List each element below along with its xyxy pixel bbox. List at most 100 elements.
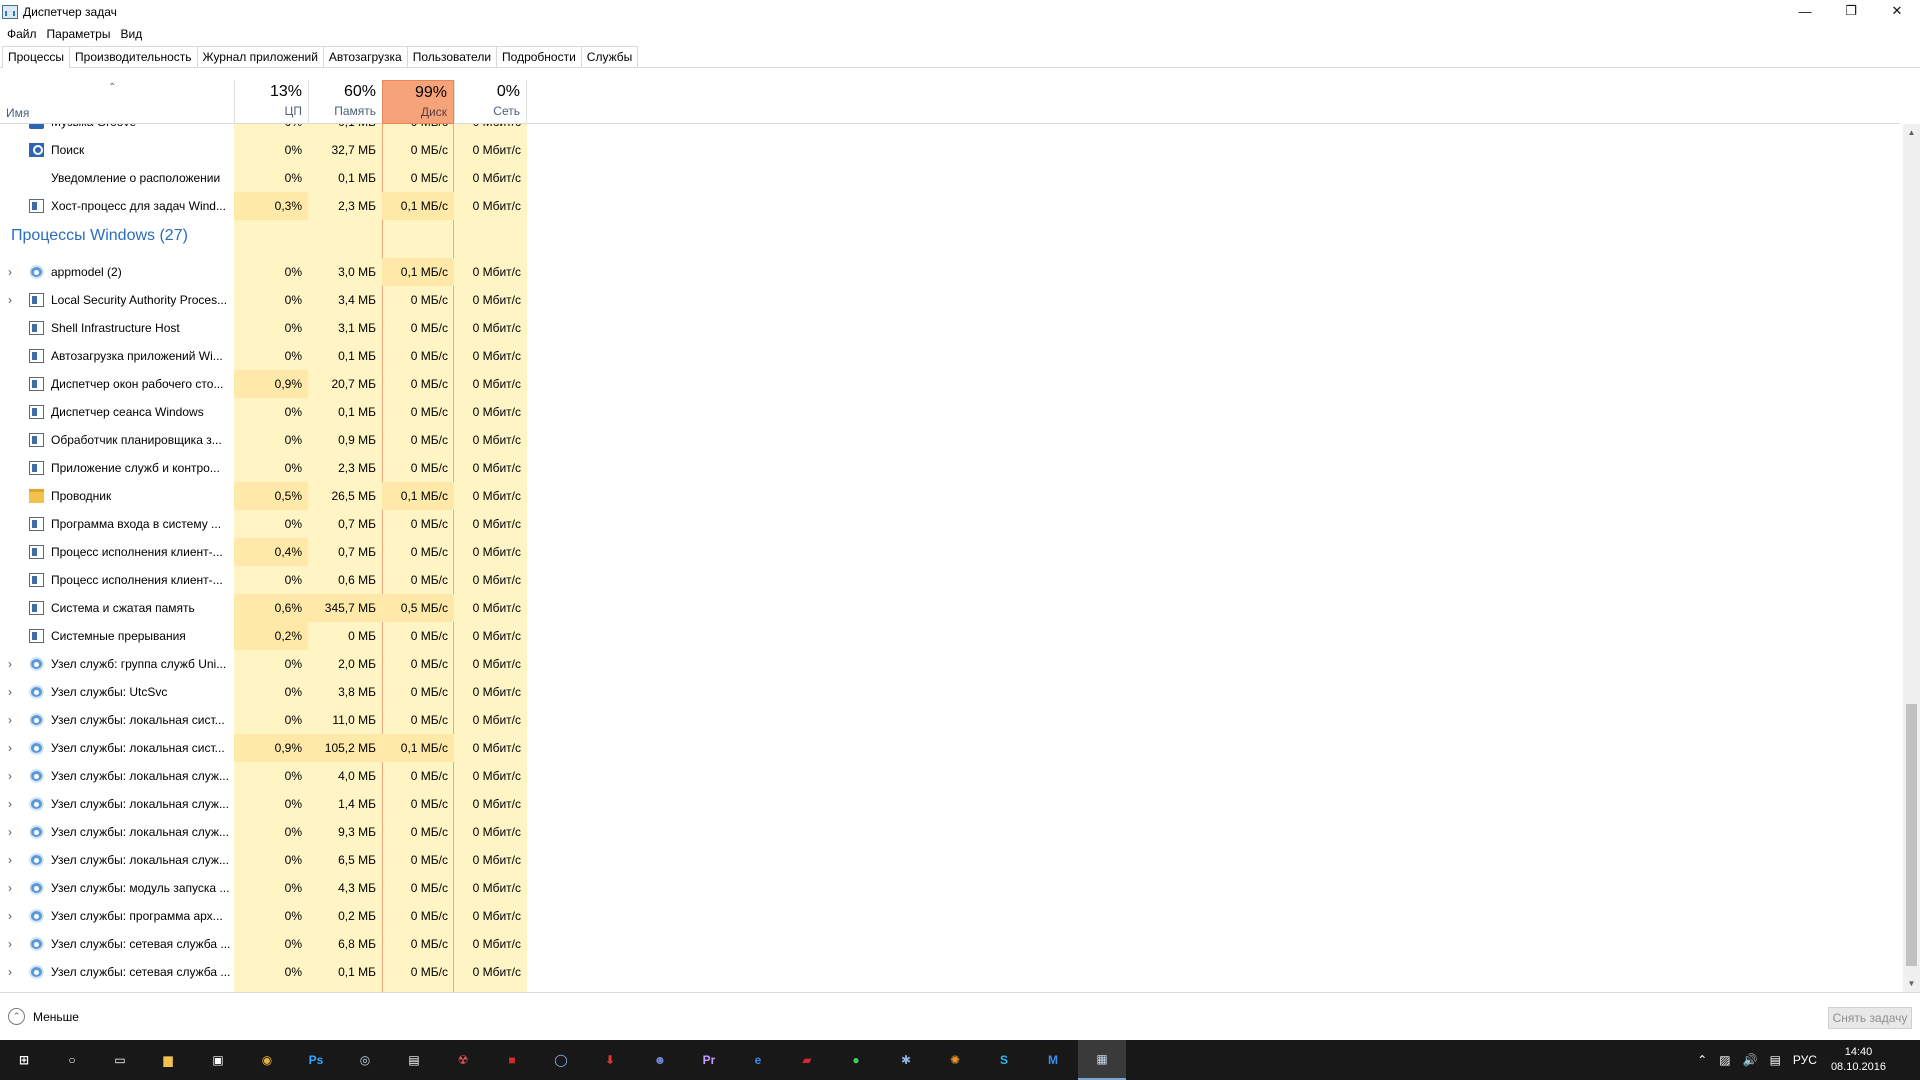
- taskbar-button[interactable]: ▰: [783, 1040, 831, 1080]
- process-row[interactable]: Уведомление о расположении 0% 0,1 МБ 0 МБ/с…: [0, 164, 1900, 192]
- tray-chevron-up-icon[interactable]: ⌃: [1697, 1053, 1707, 1067]
- network-icon[interactable]: ▨: [1719, 1053, 1730, 1067]
- process-row[interactable]: › Local Security Authority Proces... 0% 3,4…: [0, 286, 1900, 314]
- process-row[interactable]: › Узел службы: локальная сист... 0% 11,0 МБ…: [0, 706, 1900, 734]
- fewer-details-button[interactable]: ⌃ Меньше: [8, 1008, 79, 1025]
- process-row[interactable]: Диспетчер окон рабочего сто... 0,9% 20,7 М…: [0, 370, 1900, 398]
- menu-options[interactable]: Параметры: [47, 27, 111, 41]
- process-row[interactable]: Система и сжатая память 0,6% 345,7 МБ 0,5 М…: [0, 594, 1900, 622]
- taskbar-button[interactable]: e: [734, 1040, 782, 1080]
- taskbar-button[interactable]: ◯: [537, 1040, 585, 1080]
- process-row[interactable]: › Узел службы: локальная служ... 0% 1,4 МБ 0…: [0, 790, 1900, 818]
- expand-chevron-icon[interactable]: ›: [8, 762, 12, 790]
- expand-chevron-icon[interactable]: ›: [8, 790, 12, 818]
- tab-details[interactable]: Подробности: [496, 46, 582, 67]
- tab-app-history[interactable]: Журнал приложений: [196, 46, 324, 67]
- notification-tray-icon[interactable]: ▤: [1770, 1053, 1781, 1067]
- process-row[interactable]: Обработчик планировщика з... 0% 0,9 МБ 0 МБ…: [0, 426, 1900, 454]
- process-row[interactable]: Автозагрузка приложений Wi... 0% 0,1 МБ 0 М…: [0, 342, 1900, 370]
- expand-chevron-icon[interactable]: ›: [8, 874, 12, 902]
- column-memory[interactable]: 60% Память: [308, 80, 382, 124]
- taskbar-button[interactable]: ▤: [390, 1040, 438, 1080]
- tab-startup[interactable]: Автозагрузка: [322, 46, 408, 67]
- column-network[interactable]: 0% Сеть: [454, 80, 527, 124]
- process-row[interactable]: Системные прерывания 0,2% 0 МБ 0 МБ/с 0 Мбит…: [0, 622, 1900, 650]
- process-row[interactable]: › Узел службы: модуль запуска ... 0% 4,3 МБ…: [0, 874, 1900, 902]
- taskbar-button[interactable]: ◎: [341, 1040, 389, 1080]
- taskbar-button[interactable]: ▭: [96, 1040, 144, 1080]
- clock[interactable]: 14:40 08.10.2016: [1831, 1045, 1886, 1075]
- taskbar-button[interactable]: S: [980, 1040, 1028, 1080]
- process-row[interactable]: › Узел службы: UtcSvc 0% 3,8 МБ 0 МБ/с 0 Мбит…: [0, 678, 1900, 706]
- expand-chevron-icon[interactable]: ›: [8, 902, 12, 930]
- expand-chevron-icon[interactable]: ›: [8, 958, 12, 986]
- process-row[interactable]: › Узел служб: группа служб Uni... 0% 2,0 МБ…: [0, 650, 1900, 678]
- taskbar-button[interactable]: ▦: [1078, 1040, 1126, 1080]
- process-row[interactable]: › Узел службы: локальная служ... 0% 6,5 МБ 0…: [0, 846, 1900, 874]
- taskbar-button[interactable]: ☢: [439, 1040, 487, 1080]
- taskbar-button[interactable]: ✱: [882, 1040, 930, 1080]
- language-indicator[interactable]: РУС: [1793, 1053, 1817, 1067]
- expand-chevron-icon[interactable]: ›: [8, 678, 12, 706]
- disk-value: 0 МБ/с: [382, 124, 454, 136]
- tab-processes[interactable]: Процессы: [2, 46, 71, 68]
- expand-chevron-icon[interactable]: ›: [8, 930, 12, 958]
- expand-chevron-icon[interactable]: ›: [8, 734, 12, 762]
- column-cpu[interactable]: 13% ЦП: [234, 80, 308, 124]
- end-task-button[interactable]: Снять задачу: [1828, 1007, 1912, 1029]
- scroll-thumb[interactable]: [1906, 704, 1917, 966]
- process-row[interactable]: › appmodel (2) 0% 3,0 МБ 0,1 МБ/с 0 Мбит/с: [0, 258, 1900, 286]
- scroll-down-icon[interactable]: ▼: [1903, 975, 1920, 992]
- tab-users[interactable]: Пользователи: [406, 46, 498, 67]
- close-button[interactable]: ✕: [1874, 0, 1920, 22]
- process-row[interactable]: Приложение служб и контро... 0% 2,3 МБ 0 МБ…: [0, 454, 1900, 482]
- process-row[interactable]: › Узел службы: сетевая служба ... 0% 0,1 МБ…: [0, 958, 1900, 986]
- process-row[interactable]: Диспетчер сеанса Windows 0% 0,1 МБ 0 МБ/с 0 …: [0, 398, 1900, 426]
- taskbar-button[interactable]: ▣: [194, 1040, 242, 1080]
- taskbar-button[interactable]: M: [1029, 1040, 1077, 1080]
- process-row[interactable]: Программа входа в систему ... 0% 0,7 МБ 0 М…: [0, 510, 1900, 538]
- process-row[interactable]: Shell Infrastructure Host 0% 3,1 МБ 0 МБ/с 0…: [0, 314, 1900, 342]
- taskbar-button[interactable]: ○: [48, 1040, 96, 1080]
- taskbar-button[interactable]: ⬇: [586, 1040, 634, 1080]
- process-row[interactable]: › Узел службы: программа арх... 0% 0,2 МБ 0 …: [0, 902, 1900, 930]
- disk-value: 0,1 МБ/с: [382, 734, 454, 762]
- process-row[interactable]: Музыка Groove 0%0,1 МБ0 МБ/с0 Мбит/с: [0, 124, 1900, 136]
- volume-icon[interactable]: 🔊: [1743, 1053, 1758, 1067]
- process-row[interactable]: › Узел службы: локальная сист... 0,9% 105,2…: [0, 734, 1900, 762]
- taskbar-button[interactable]: ⊞: [0, 1040, 48, 1080]
- expand-chevron-icon[interactable]: ›: [8, 706, 12, 734]
- process-row[interactable]: Проводник 0,5% 26,5 МБ 0,1 МБ/с 0 Мбит/с: [0, 482, 1900, 510]
- expand-chevron-icon[interactable]: ›: [8, 818, 12, 846]
- scroll-up-icon[interactable]: ▲: [1903, 124, 1920, 141]
- taskbar-button[interactable]: ✺: [931, 1040, 979, 1080]
- menu-file[interactable]: Файл: [7, 27, 37, 41]
- column-name[interactable]: Имя: [6, 106, 29, 120]
- vertical-scrollbar[interactable]: ▲ ▼: [1903, 124, 1920, 992]
- taskbar-button[interactable]: ■: [488, 1040, 536, 1080]
- process-row[interactable]: Процесс исполнения клиент-... 0% 0,6 МБ 0 М…: [0, 566, 1900, 594]
- taskbar-button[interactable]: Pr: [685, 1040, 733, 1080]
- process-row[interactable]: › Узел службы: локальная служ... 0% 9,3 МБ 0…: [0, 818, 1900, 846]
- process-row[interactable]: Поиск 0% 32,7 МБ 0 МБ/с 0 Мбит/с: [0, 136, 1900, 164]
- restore-button[interactable]: ❐: [1828, 0, 1874, 22]
- minimize-button[interactable]: —: [1782, 0, 1828, 22]
- process-row[interactable]: › Узел службы: локальная служ... 0% 4,0 МБ 0…: [0, 762, 1900, 790]
- process-row[interactable]: Хост-процесс для задач Wind... 0,3% 2,3 МБ…: [0, 192, 1900, 220]
- expand-chevron-icon[interactable]: ›: [8, 650, 12, 678]
- tab-performance[interactable]: Производительность: [69, 46, 198, 67]
- taskbar-button[interactable]: ●: [832, 1040, 880, 1080]
- taskbar-button[interactable]: ☻: [636, 1040, 684, 1080]
- taskbar-button[interactable]: Ps: [292, 1040, 340, 1080]
- sort-arrow-icon[interactable]: ⌃: [108, 82, 116, 93]
- tab-services[interactable]: Службы: [580, 46, 639, 67]
- taskbar-button[interactable]: ◉: [243, 1040, 291, 1080]
- column-disk[interactable]: 99% Диск: [382, 80, 454, 124]
- expand-chevron-icon[interactable]: ›: [8, 286, 12, 314]
- process-row[interactable]: Процесс исполнения клиент-... 0,4% 0,7 МБ 0…: [0, 538, 1900, 566]
- menu-view[interactable]: Вид: [120, 27, 142, 41]
- taskbar-button[interactable]: ▆: [144, 1040, 192, 1080]
- expand-chevron-icon[interactable]: ›: [8, 846, 12, 874]
- process-row[interactable]: › Узел службы: сетевая служба ... 0% 6,8 МБ…: [0, 930, 1900, 958]
- expand-chevron-icon[interactable]: ›: [8, 258, 12, 286]
